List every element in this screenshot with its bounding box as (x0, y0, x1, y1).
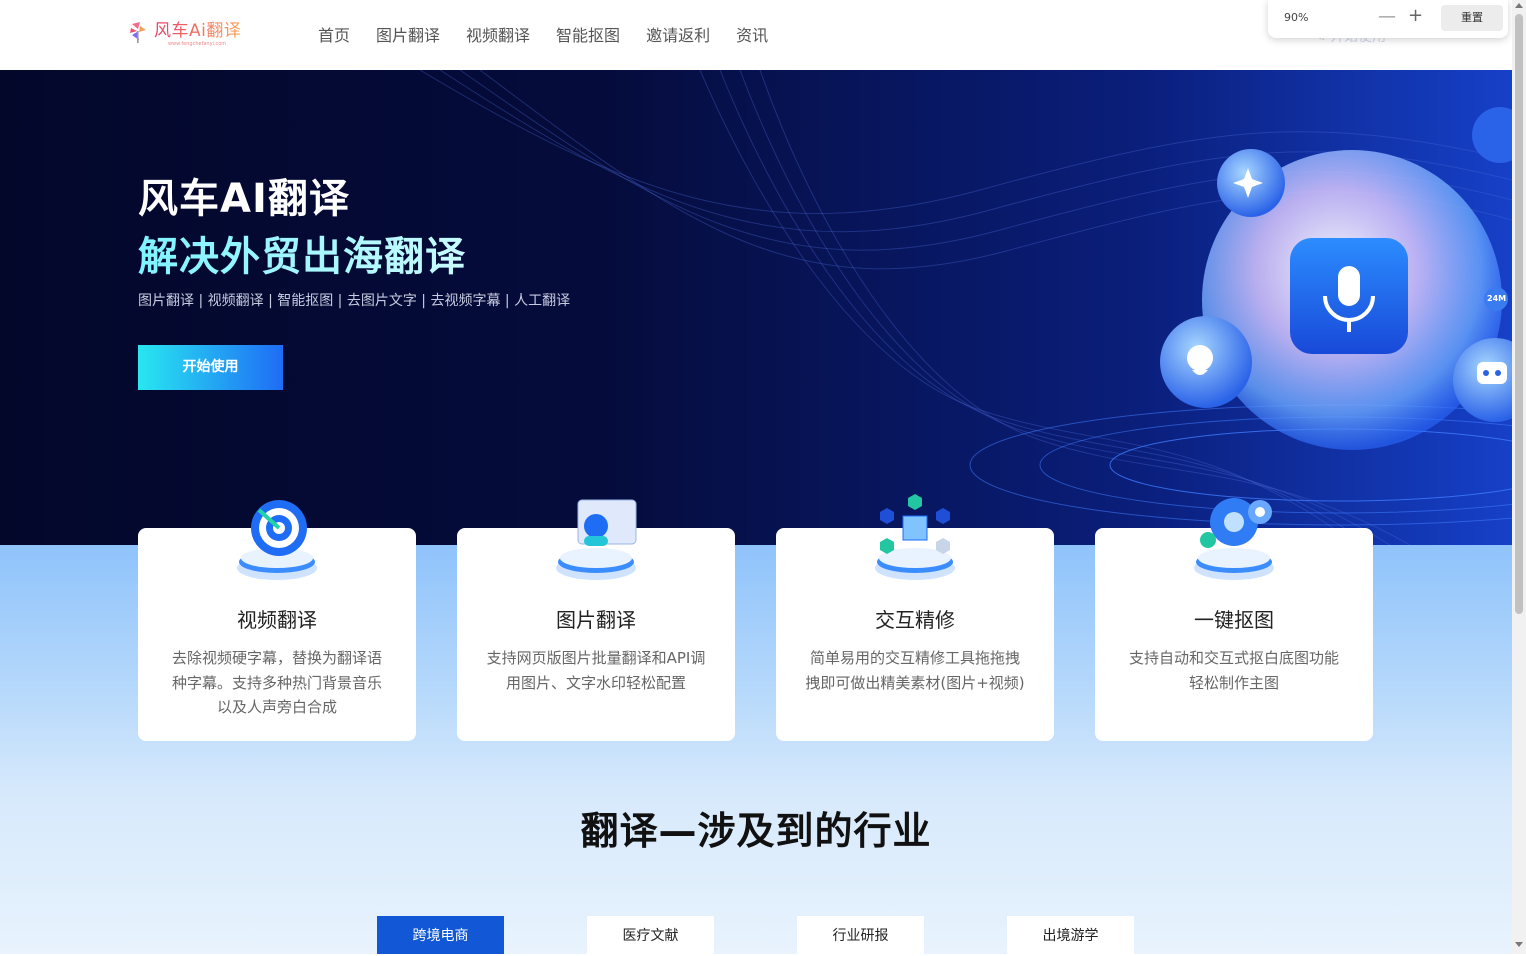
nav-image-translate[interactable]: 图片翻译 (376, 24, 440, 48)
feature-title: 视频翻译 (237, 608, 317, 632)
hero-title: 风车AI翻译 (138, 176, 350, 222)
logo-url: www.fengchefanyi.com (168, 41, 227, 47)
feature-desc: 简单易用的交互精修工具拖拖拽拽即可做出精美素材(图片+视频) (805, 649, 1025, 692)
badge-24m: 24M (1487, 294, 1507, 303)
hero-feature-tags: 图片翻译 | 视频翻译 | 智能抠图 | 去图片文字 | 去视频字幕 | 人工翻… (138, 293, 571, 309)
scroll-up-arrow-icon[interactable] (1515, 3, 1523, 8)
tab-study-abroad[interactable]: 出境游学 (1007, 916, 1134, 954)
start-button[interactable]: 开始使用 (138, 345, 283, 390)
industries-title: 翻译—涉及到的行业 (580, 809, 932, 853)
nav-video-translate[interactable]: 视频翻译 (466, 24, 530, 48)
hero-subtitle: 解决外贸出海翻译 (138, 224, 466, 282)
nav-home[interactable]: 首页 (318, 24, 350, 48)
tab-medical-literature[interactable]: 医疗文献 (587, 916, 714, 954)
pinwheel-icon (128, 20, 148, 44)
zoom-level: 90% (1284, 11, 1309, 24)
cube-network-icon (875, 494, 955, 580)
image-translate-icon (556, 499, 637, 580)
feature-title: 一键抠图 (1194, 608, 1274, 632)
nav-referral[interactable]: 邀请返利 (646, 24, 710, 48)
tab-industry-reports[interactable]: 行业研报 (797, 916, 924, 954)
nav-news[interactable]: 资讯 (736, 24, 768, 48)
target-icon (237, 500, 317, 580)
hero-banner: 风车AI翻译 解决外贸出海翻译 图片翻译 | 视频翻译 | 智能抠图 | 去图片… (0, 70, 1512, 545)
logo-text: 风车Ai翻译 (154, 21, 242, 41)
nav-smart-cutout[interactable]: 智能抠图 (556, 24, 620, 48)
zoom-reset-button[interactable]: 重置 (1441, 5, 1503, 31)
scroll-down-arrow-icon[interactable] (1515, 942, 1523, 947)
main-nav: 首页 图片翻译 视频翻译 智能抠图 邀请返利 资讯 (318, 24, 794, 48)
feature-desc: 支持自动和交互式抠白底图功能轻松制作主图 (1128, 649, 1339, 692)
zoom-out-button[interactable]: — (1378, 6, 1396, 27)
scrollbar-thumb[interactable] (1515, 14, 1523, 614)
gear-icon (1194, 498, 1274, 580)
zoom-popup: 90% — + 重置 (1268, 0, 1508, 38)
site-logo[interactable]: 风车Ai翻译 www.fengchefanyi.com (128, 20, 242, 47)
feature-title: 交互精修 (875, 608, 955, 632)
tab-cross-border-ecommerce[interactable]: 跨境电商 (377, 916, 504, 954)
feature-desc: 去除视频硬字幕，替换为翻译语种字幕。支持多种热门背景音乐以及人声旁白合成 (171, 649, 382, 716)
page-scrollbar[interactable] (1512, 0, 1526, 954)
feature-desc: 支持网页版图片批量翻译和API调用图片、文字水印轻松配置 (486, 649, 706, 692)
zoom-in-button[interactable]: + (1408, 5, 1423, 26)
feature-title: 图片翻译 (556, 608, 636, 632)
